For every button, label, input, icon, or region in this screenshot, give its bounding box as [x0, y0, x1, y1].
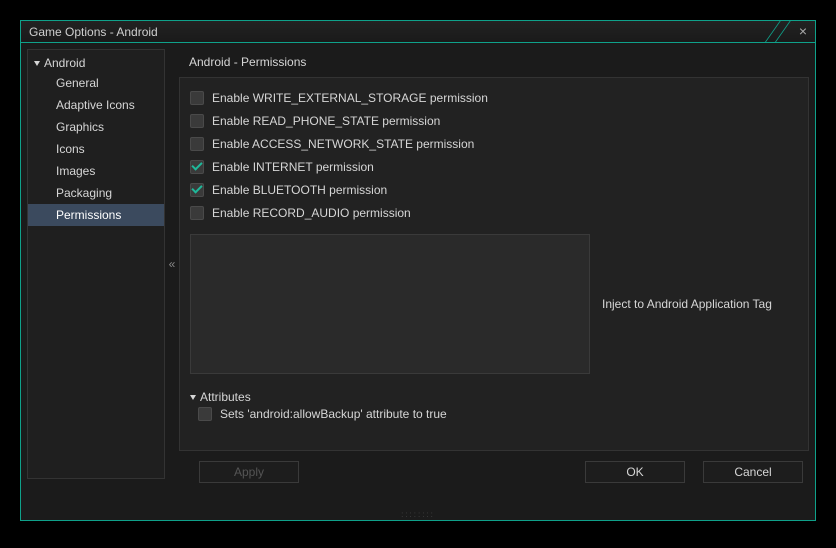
window-body: Android GeneralAdaptive IconsGraphicsIco…	[21, 43, 815, 520]
permission-checkbox[interactable]	[190, 137, 204, 151]
tree-root-label: Android	[44, 56, 85, 70]
close-icon[interactable]: ×	[795, 24, 811, 40]
attributes-header-label: Attributes	[200, 390, 251, 404]
permission-label: Enable WRITE_EXTERNAL_STORAGE permission	[212, 91, 488, 105]
permission-row: Enable RECORD_AUDIO permission	[190, 201, 798, 224]
ok-button[interactable]: OK	[585, 461, 685, 483]
permission-label: Enable BLUETOOTH permission	[212, 183, 387, 197]
sidebar-item-icons[interactable]: Icons	[28, 138, 164, 160]
attribute-label: Sets 'android:allowBackup' attribute to …	[220, 407, 447, 421]
titlebar[interactable]: Game Options - Android ×	[21, 21, 815, 43]
attributes-section: Attributes Sets 'android:allowBackup' at…	[190, 390, 798, 421]
sidebar-item-images[interactable]: Images	[28, 160, 164, 182]
permission-row: Enable INTERNET permission	[190, 155, 798, 178]
permission-checkbox[interactable]	[190, 183, 204, 197]
sidebar-item-adaptive-icons[interactable]: Adaptive Icons	[28, 94, 164, 116]
inject-textarea[interactable]	[190, 234, 590, 374]
titlebar-decor	[731, 21, 791, 42]
permission-checkbox[interactable]	[190, 206, 204, 220]
attribute-checkbox[interactable]	[198, 407, 212, 421]
collapse-glyph: «	[169, 257, 176, 271]
permission-row: Enable ACCESS_NETWORK_STATE permission	[190, 132, 798, 155]
window-title: Game Options - Android	[29, 25, 158, 39]
permission-row: Enable BLUETOOTH permission	[190, 178, 798, 201]
permission-checkbox[interactable]	[190, 114, 204, 128]
inject-row: Inject to Android Application Tag	[190, 234, 798, 374]
inject-label: Inject to Android Application Tag	[602, 297, 772, 311]
attribute-row: Sets 'android:allowBackup' attribute to …	[190, 407, 798, 421]
sidebar-item-general[interactable]: General	[28, 72, 164, 94]
permission-label: Enable RECORD_AUDIO permission	[212, 206, 411, 220]
permission-label: Enable READ_PHONE_STATE permission	[212, 114, 440, 128]
main-area: Android - Permissions Enable WRITE_EXTER…	[179, 49, 809, 514]
sidebar-item-packaging[interactable]: Packaging	[28, 182, 164, 204]
apply-button[interactable]: Apply	[199, 461, 299, 483]
permissions-panel: Enable WRITE_EXTERNAL_STORAGE permission…	[179, 77, 809, 451]
tree-root-android[interactable]: Android	[28, 54, 164, 72]
footer: Apply OK Cancel	[179, 451, 809, 483]
permission-row: Enable WRITE_EXTERNAL_STORAGE permission	[190, 86, 798, 109]
permission-row: Enable READ_PHONE_STATE permission	[190, 109, 798, 132]
chevron-down-icon	[190, 395, 196, 400]
attributes-header[interactable]: Attributes	[190, 390, 798, 404]
cancel-button[interactable]: Cancel	[703, 461, 803, 483]
chevron-down-icon	[34, 61, 40, 66]
sidebar-item-permissions[interactable]: Permissions	[28, 204, 164, 226]
permission-checkbox[interactable]	[190, 160, 204, 174]
section-title: Android - Permissions	[179, 49, 809, 77]
collapse-handle[interactable]: «	[165, 49, 179, 479]
permission-label: Enable ACCESS_NETWORK_STATE permission	[212, 137, 474, 151]
sidebar-item-graphics[interactable]: Graphics	[28, 116, 164, 138]
options-window: Game Options - Android × Android General…	[20, 20, 816, 521]
permission-label: Enable INTERNET permission	[212, 160, 374, 174]
permission-checkbox[interactable]	[190, 91, 204, 105]
resize-grip[interactable]: ::::::::	[401, 510, 435, 519]
sidebar: Android GeneralAdaptive IconsGraphicsIco…	[27, 49, 165, 479]
